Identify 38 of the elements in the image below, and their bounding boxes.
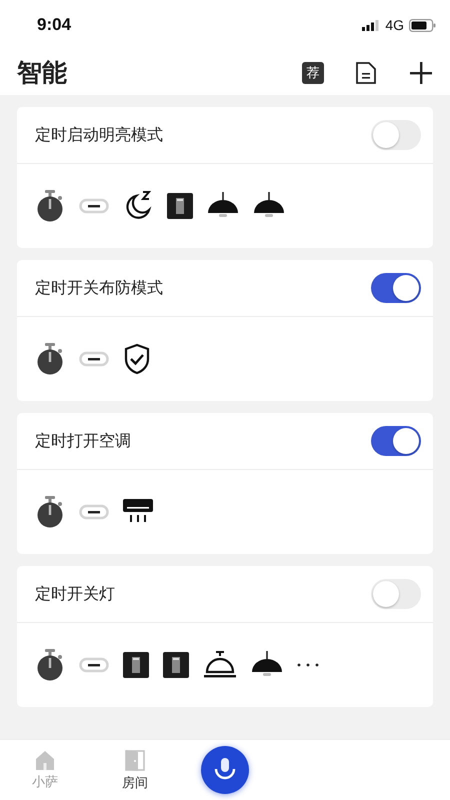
recommend-button[interactable]: 荐 [302,62,324,84]
toggle-switch[interactable] [371,426,421,456]
switch-icon [167,193,193,219]
air-conditioner-icon [123,499,153,525]
scene-title: 定时启动明亮模式 [35,124,163,146]
shield-icon [123,343,151,375]
link-icon [79,504,109,520]
lamp-icon [253,192,285,220]
network-label: 4G [385,17,404,33]
link-icon [79,657,109,673]
home-icon [35,750,55,770]
lamp-icon [251,651,283,679]
status-time: 9:04 [37,15,72,35]
timer-icon [35,649,65,681]
toggle-switch[interactable] [371,579,421,609]
toggle-switch[interactable] [371,120,421,150]
microphone-button[interactable] [201,746,249,794]
add-icon[interactable] [410,62,432,84]
switch-icon [123,652,149,678]
tab-item[interactable]: 房间 [90,740,180,800]
page-title: 智能 [17,57,68,89]
battery-icon [409,18,436,32]
scene-title: 定时开关布防模式 [35,278,163,298]
scene-title: 定时开关灯 [35,584,115,604]
link-icon [79,198,109,214]
door-icon [125,748,145,770]
bell-icon [203,651,237,679]
signal-icon [362,20,380,30]
timer-icon [35,190,65,222]
timer-icon [35,343,65,375]
lamp-icon [207,192,239,220]
link-icon [79,351,109,367]
document-icon[interactable] [356,62,376,84]
more-icon [297,663,319,667]
switch-icon [163,652,189,678]
timer-icon [35,496,65,528]
scene-title: 定时打开空调 [35,430,131,452]
toggle-switch[interactable] [371,273,421,303]
